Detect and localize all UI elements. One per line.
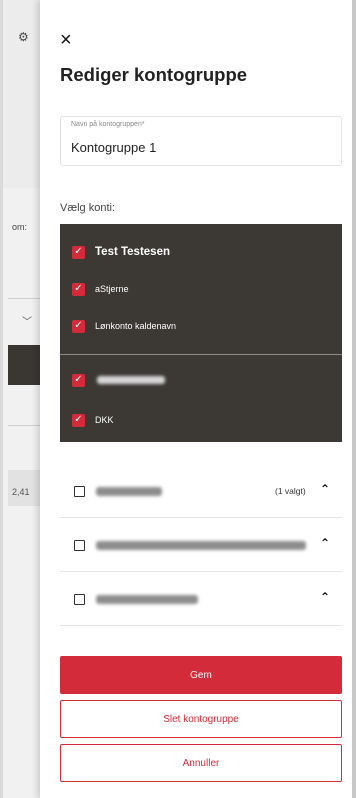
background-divider-2	[8, 425, 40, 426]
selected-account-item[interactable]: ✓ DKK	[72, 412, 114, 428]
selected-account-label: Lønkonto kaldenavn	[95, 321, 177, 331]
checkbox-checked-icon[interactable]: ✓	[72, 282, 85, 296]
account-group-row[interactable]: ⌃	[60, 574, 342, 626]
selected-account-label: Test Testesen	[95, 246, 170, 258]
selected-accounts-list: ✓ Test Testesen ✓ aStjerne ✓ Lønkonto ka…	[60, 224, 342, 442]
background-value: 2,41	[12, 487, 30, 497]
checkbox-checked-icon[interactable]: ✓	[72, 413, 85, 427]
delete-group-button[interactable]: Slet kontogruppe	[60, 700, 342, 738]
checkbox-unchecked-icon[interactable]	[74, 594, 85, 605]
background-dark-row	[8, 345, 40, 385]
cancel-button[interactable]: Annuller	[60, 744, 342, 782]
checkbox-checked-icon[interactable]: ✓	[72, 245, 85, 259]
checkbox-unchecked-icon[interactable]	[74, 486, 85, 497]
chevron-down-icon[interactable]: ﹀	[22, 313, 32, 328]
background-header	[0, 0, 40, 188]
save-button[interactable]: Gem	[60, 656, 342, 694]
background-app: ⚙ om: ﹀ 2,41	[0, 0, 40, 798]
chevron-up-icon[interactable]: ⌃	[320, 590, 330, 604]
selected-account-item[interactable]: ✓	[72, 372, 165, 388]
selected-account-item[interactable]: ✓ Lønkonto kaldenavn	[72, 318, 176, 334]
selected-count: (1 valgt)	[275, 486, 306, 496]
accounts-label: Vælg konti:	[60, 202, 116, 214]
page-title: Rediger kontogruppe	[60, 64, 248, 85]
blurred-group-name	[96, 541, 306, 550]
checkbox-checked-icon[interactable]: ✓	[72, 319, 85, 333]
edit-account-group-panel: × Rediger kontogruppe Navn på kontogrupp…	[40, 0, 356, 798]
blurred-group-name	[96, 595, 198, 604]
chevron-up-icon[interactable]: ⌃	[320, 536, 330, 550]
gear-icon[interactable]: ⚙	[18, 30, 29, 44]
checkbox-unchecked-icon[interactable]	[74, 540, 85, 551]
blurred-group-name	[96, 487, 162, 496]
background-divider-1	[8, 298, 40, 299]
account-group-row[interactable]: (1 valgt) ⌃	[60, 466, 342, 518]
blurred-account-name	[97, 376, 165, 384]
background-divider	[0, 0, 3, 798]
selected-account-label: aStjerne	[95, 284, 129, 294]
list-divider	[60, 354, 342, 355]
group-name-label: Navn på kontogruppen*	[71, 121, 145, 128]
group-name-field[interactable]: Navn på kontogruppen* Kontogruppe 1	[60, 116, 342, 166]
close-icon[interactable]: ×	[60, 30, 72, 50]
selected-account-item[interactable]: ✓ aStjerne	[72, 281, 129, 297]
checkbox-checked-icon[interactable]: ✓	[72, 373, 85, 387]
selected-account-label: DKK	[95, 415, 114, 425]
group-name-input[interactable]: Kontogruppe 1	[71, 140, 156, 155]
chevron-up-icon[interactable]: ⌃	[320, 482, 330, 496]
selected-account-item[interactable]: ✓ Test Testesen	[72, 244, 170, 260]
account-group-row[interactable]: ⌃	[60, 520, 342, 572]
background-label: om:	[12, 222, 28, 232]
